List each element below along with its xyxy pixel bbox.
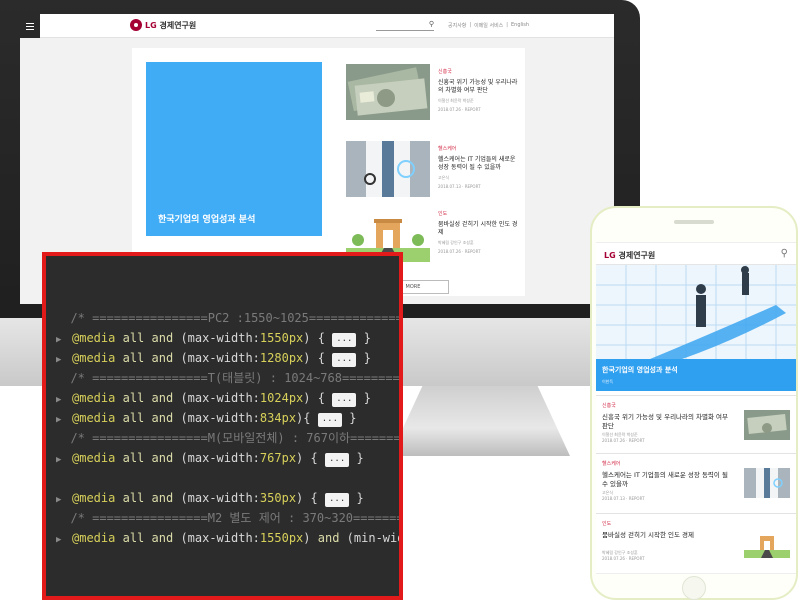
article-title[interactable]: 헬스케어는 IT 기업들의 새로운 성장 동력이 될 수 있을까 [602, 471, 734, 489]
article-title[interactable]: 뭄바실성 걷히기 시작한 인도 경제 [602, 531, 734, 540]
phone-speaker [674, 220, 714, 224]
top-links: 공지사항 | 이메일 서비스 | English [448, 22, 529, 29]
media-query-rule[interactable]: ▶ @media all and (max-width:1024px) { ...… [56, 388, 371, 408]
expand-arrow-icon[interactable]: ▶ [56, 450, 72, 470]
article-meta: 2018.07.26 · REPORT [438, 107, 481, 112]
mobile-hero-caption[interactable]: 한국기업의 영업성과 분석 이한득 [596, 359, 796, 391]
mobile-article-card[interactable]: 헬스케어 헬스케어는 IT 기업들의 새로운 성장 동력이 될 수 있을까 고은… [596, 453, 796, 509]
media-query-rule[interactable]: ▶ @media all and (max-width:1550px) and (… [56, 528, 399, 550]
site-header: LG 경제연구원 ⚲ 공지사항 | 이메일 서비스 | English [20, 14, 614, 38]
article-category: 신흥국 [602, 403, 616, 409]
code-panel: /* ================PC2 :1550~1025=======… [42, 252, 403, 600]
link-separator: | [469, 22, 472, 28]
india-gate-thumbnail [744, 528, 790, 558]
link-english[interactable]: English [511, 22, 529, 29]
feature-banner[interactable]: 한국기업의 영업성과 분석 [146, 62, 322, 236]
search-icon[interactable]: ⚲ [429, 20, 434, 28]
article-author: 박혜림 강인구 조성훈 [438, 240, 474, 245]
article-meta: 2018.07.13 · REPORT [438, 184, 481, 189]
code-comment: /* ================PC2 :1550~1025=======… [70, 311, 403, 325]
article-meta: 고은식 2018.07.13 · REPORT [602, 490, 645, 501]
collapsed-ellipsis[interactable]: ... [324, 493, 350, 507]
article-category: 헬스케어 [438, 146, 457, 152]
expand-arrow-icon[interactable]: ▶ [56, 330, 72, 350]
collapsed-ellipsis[interactable]: ... [332, 353, 357, 367]
article-card[interactable]: 헬스케어 헬스케어는 IT 기업들의 새로운 성장 동력이 될 수 있을까 고은… [346, 141, 516, 197]
media-query-rule[interactable]: ▶ @media all and (max-width:350px) { ... … [56, 488, 364, 508]
link-notice[interactable]: 공지사항 [448, 22, 466, 29]
link-separator: | [506, 22, 508, 28]
media-query-rule[interactable]: ▶ @media all and (max-width:1550px) { ...… [56, 328, 371, 348]
lg-mark-icon [130, 19, 142, 31]
article-title[interactable]: 헬스케어는 IT 기업들의 새로운 성장 동력이 될 수 있을까 [438, 156, 520, 172]
code-comment: /* ================T(태블릿) : 1024~768====… [70, 371, 400, 385]
article-title[interactable]: 뭄바실성 걷히기 시작한 인도 경제 [438, 221, 520, 237]
expand-arrow-icon[interactable]: ▶ [56, 390, 72, 410]
expand-arrow-icon[interactable]: ▶ [56, 410, 72, 430]
article-category: 신흥국 [438, 69, 452, 75]
collapsed-ellipsis[interactable]: ... [324, 453, 350, 467]
collapsed-ellipsis[interactable]: ... [317, 413, 343, 427]
search-input[interactable]: ⚲ [376, 20, 434, 31]
healthcare-thumbnail [346, 141, 430, 197]
article-category: 헬스케어 [602, 461, 621, 467]
monitor-stand [390, 386, 570, 456]
money-thumbnail [744, 410, 790, 440]
mobile-lg-logo[interactable]: LG 경제연구원 [604, 250, 655, 261]
article-title[interactable]: 신흥국 위기 가능성 및 우리나라의 차별화 여부 판단 [438, 79, 520, 95]
mobile-feature-author: 이한득 [602, 379, 614, 384]
search-icon[interactable]: ⚲ [781, 248, 788, 259]
logo-prefix: LG [145, 20, 157, 30]
feature-title: 한국기업의 영업성과 분석 [158, 215, 256, 225]
money-thumbnail [346, 64, 430, 120]
collapsed-ellipsis[interactable]: ... [332, 333, 357, 347]
media-query-rule[interactable]: ▶ @media all and (max-width:1280px) { ...… [56, 348, 371, 368]
article-author: 이철선 최윤락 박성준 [438, 98, 474, 103]
lg-logo[interactable]: LG 경제연구원 [130, 19, 196, 31]
code-comment: /* ================M(모바일전체) : 767이하=====… [70, 431, 401, 445]
article-card[interactable]: 신흥국 신흥국 위기 가능성 및 우리나라의 차별화 여부 판단 이철선 최윤락… [346, 64, 517, 120]
code-comment: /* ================M2 별도 제어 : 370~320===… [70, 511, 403, 525]
phone-home-button[interactable] [682, 576, 706, 600]
media-query-rule[interactable]: ▶ @media all and (max-width:834px){ ... } [56, 408, 356, 428]
article-category: 인도 [438, 211, 448, 217]
expand-arrow-icon[interactable]: ▶ [56, 490, 72, 510]
mobile-feature-title: 한국기업의 영업성과 분석 [602, 366, 678, 374]
expand-arrow-icon[interactable]: ▶ [56, 530, 72, 550]
phone-screen: LG 경제연구원 ⚲ 한국기업의 영업성과 분석 이한득 신흥국 신흥국 위기 … [596, 242, 796, 574]
healthcare-thumbnail [744, 468, 790, 498]
article-meta: 이철선 최윤락 박성준 2018.07.26 · REPORT [602, 432, 645, 443]
logo-name: 경제연구원 [159, 20, 197, 30]
expand-arrow-icon[interactable]: ▶ [56, 350, 72, 370]
media-query-rule[interactable]: ▶ @media all and (max-width:767px) { ... … [56, 448, 364, 468]
article-meta: 2018.07.26 · REPORT [438, 249, 481, 254]
mobile-header: LG 경제연구원 ⚲ [596, 243, 796, 265]
mobile-article-card[interactable]: 신흥국 신흥국 위기 가능성 및 우리나라의 차별화 여부 판단 이철선 최윤락… [596, 395, 796, 451]
mobile-article-card[interactable]: 인도 뭄바실성 걷히기 시작한 인도 경제 박혜림 강인구 조성훈 2018.0… [596, 513, 796, 569]
smartphone: LG 경제연구원 ⚲ 한국기업의 영업성과 분석 이한득 신흥국 신흥국 위기 … [590, 206, 798, 600]
collapsed-ellipsis[interactable]: ... [332, 393, 357, 407]
link-email-service[interactable]: 이메일 서비스 [474, 22, 503, 29]
article-meta: 박혜림 강인구 조성훈 2018.07.26 · REPORT [602, 550, 645, 561]
hamburger-menu-icon[interactable] [20, 14, 40, 38]
article-category: 인도 [602, 521, 612, 527]
article-author: 고은식 [438, 175, 450, 180]
article-title[interactable]: 신흥국 위기 가능성 및 우리나라의 차별화 여부 판단 [602, 413, 734, 431]
